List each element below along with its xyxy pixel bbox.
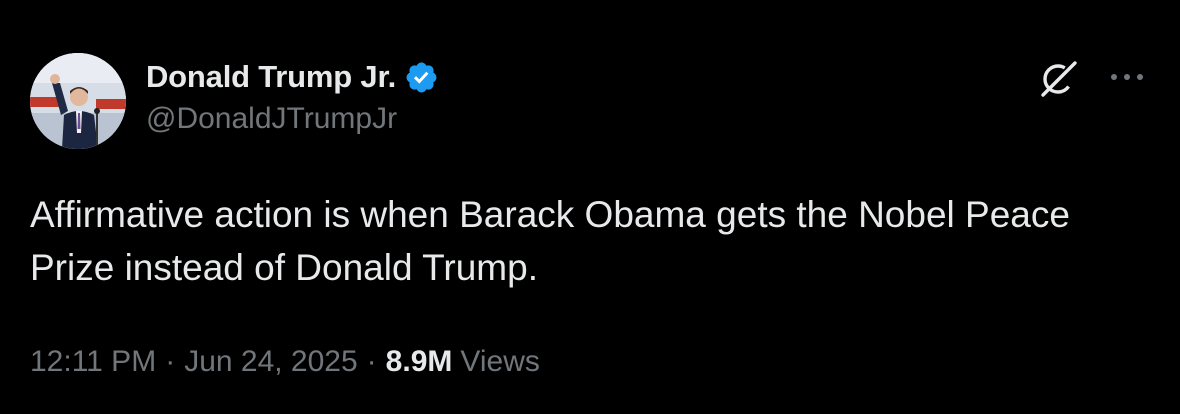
- avatar-photo: [30, 53, 126, 149]
- meta-separator: ·: [366, 345, 377, 378]
- display-name[interactable]: Donald Trump Jr.: [146, 59, 396, 95]
- views-count[interactable]: 8.9M: [386, 345, 453, 379]
- meta-separator: ·: [165, 345, 176, 378]
- handle[interactable]: @DonaldJTrumpJr: [146, 102, 439, 136]
- timestamp[interactable]: 12:11 PM · Jun 24, 2025: [30, 345, 358, 379]
- verified-badge-icon[interactable]: [404, 60, 439, 95]
- more-options-icon[interactable]: [1108, 66, 1146, 88]
- views-label: Views: [460, 345, 540, 378]
- avatar[interactable]: [30, 53, 126, 149]
- tweet-time: 12:11 PM: [30, 345, 157, 378]
- tweet-meta: 12:11 PM · Jun 24, 2025 · 8.9M Views: [30, 342, 540, 382]
- grok-icon[interactable]: [1038, 58, 1080, 100]
- tweet-text: Affirmative action is when Barack Obama …: [30, 194, 1070, 288]
- name-row: Donald Trump Jr.: [146, 56, 439, 98]
- tweet-date: Jun 24, 2025: [184, 345, 358, 378]
- tweet[interactable]: Donald Trump Jr. @DonaldJTrumpJr Affirma…: [0, 0, 1180, 414]
- author-info: Donald Trump Jr. @DonaldJTrumpJr: [146, 56, 439, 136]
